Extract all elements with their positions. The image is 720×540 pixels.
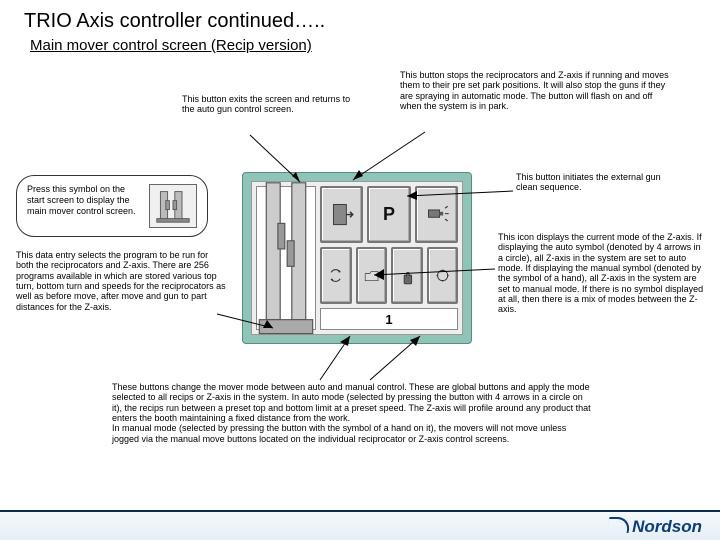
- nordson-logo: Nordson: [610, 515, 702, 537]
- door-exit-icon: [328, 196, 356, 233]
- mode-indicator: [356, 247, 388, 304]
- page-title: TRIO Axis controller continued…..: [0, 0, 720, 37]
- reserved-button[interactable]: [320, 247, 352, 304]
- p-label: P: [383, 204, 395, 225]
- gun-clean-icon: [423, 196, 451, 233]
- stop-park-button[interactable]: P: [367, 186, 410, 243]
- annotation-stop: This button stops the reciprocators and …: [400, 70, 672, 111]
- manual-mode-button[interactable]: [391, 247, 423, 304]
- annotation-program: This data entry selects the program to b…: [16, 250, 226, 312]
- hand-icon: [397, 257, 416, 294]
- annotation-mode-icon: This icon displays the current mode of t…: [498, 232, 704, 315]
- folder-icon: [362, 257, 381, 294]
- auto-arrows-icon: [433, 257, 452, 294]
- gun-clean-button[interactable]: [415, 186, 458, 243]
- auto-mode-button[interactable]: [427, 247, 459, 304]
- annotation-press: Press this symbol on the start screen to…: [27, 184, 136, 216]
- annotation-exit: This button exits the screen and returns…: [182, 94, 352, 115]
- annotation-global-buttons: These buttons change the mover mode betw…: [112, 382, 592, 444]
- machine-graphic: [256, 186, 316, 330]
- program-number-field[interactable]: 1: [320, 308, 458, 330]
- page-subtitle: Main mover control screen (Recip version…: [0, 37, 720, 60]
- footer-bar: Nordson: [0, 510, 720, 540]
- control-screen: P 1: [251, 181, 463, 335]
- control-panel: P 1: [242, 172, 472, 344]
- exit-button[interactable]: [320, 186, 363, 243]
- press-symbol-callout: Press this symbol on the start screen to…: [16, 175, 208, 237]
- cycle-icon: [326, 257, 345, 294]
- annotation-clean: This button initiates the external gun c…: [516, 172, 664, 193]
- press-symbol-icon: [149, 184, 197, 228]
